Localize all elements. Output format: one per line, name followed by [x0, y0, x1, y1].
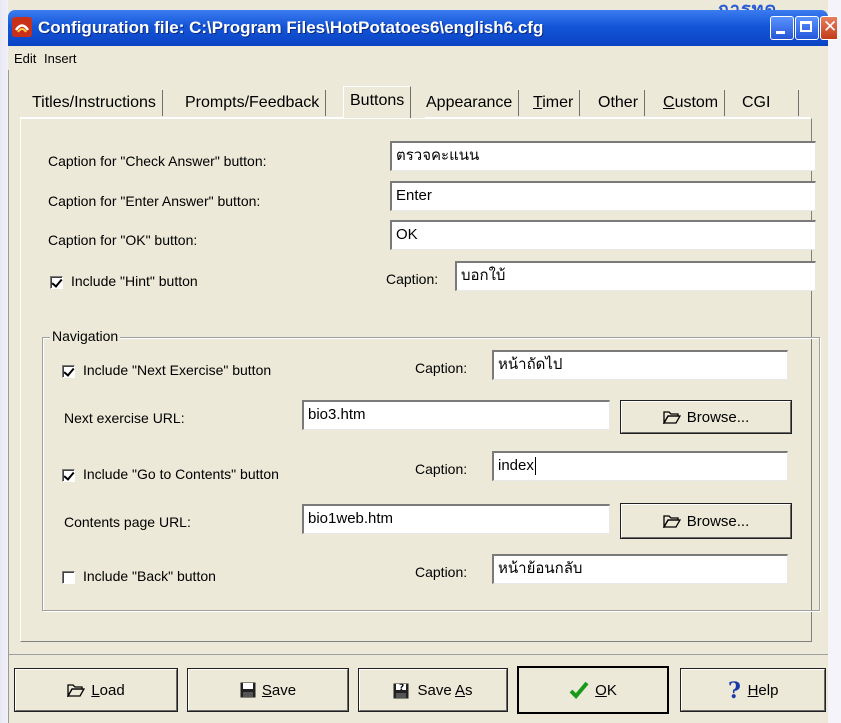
- check-answer-label: Caption for "Check Answer" button:: [48, 153, 267, 169]
- browse-contents-url-button[interactable]: Browse...: [620, 503, 792, 539]
- enter-answer-label: Caption for "Enter Answer" button:: [48, 193, 261, 209]
- hotpotatoes-app-icon: [12, 17, 32, 37]
- ok-label: OK: [595, 681, 617, 699]
- tab-buttons[interactable]: Buttons: [343, 86, 412, 119]
- svg-text:?: ?: [728, 680, 741, 700]
- tab-custom-mnemonic: C: [663, 94, 675, 111]
- contents-page-url-input[interactable]: bio1web.htm: [302, 504, 610, 534]
- enter-answer-caption-input[interactable]: Enter: [390, 181, 816, 211]
- window-title: Configuration file: C:\Program Files\Hot…: [38, 18, 544, 37]
- contents-caption-input[interactable]: index: [492, 451, 788, 481]
- tab-timer[interactable]: Timer: [533, 90, 581, 116]
- include-back-label: Include "Back" button: [83, 568, 216, 584]
- include-go-to-contents-label: Include "Go to Contents" button: [83, 466, 279, 482]
- tab-titles-instructions[interactable]: Titles/Instructions: [32, 90, 163, 116]
- ok-button-label: Caption for "OK" button:: [48, 232, 198, 248]
- checkmark-icon: [569, 681, 589, 699]
- tab-prompts-feedback[interactable]: Prompts/Feedback: [185, 90, 327, 116]
- hint-caption-label: Caption:: [386, 271, 439, 287]
- folder-open-icon: [662, 410, 681, 424]
- menu-bar: Edit Insert: [8, 46, 828, 70]
- check-answer-caption-input[interactable]: ตรวจคะแนน: [390, 141, 816, 171]
- save-as-icon: ?: [393, 681, 411, 699]
- question-mark-icon: ?: [728, 680, 742, 700]
- hint-caption-input[interactable]: บอกใบ้: [455, 261, 816, 291]
- minimize-button[interactable]: [770, 16, 794, 40]
- include-hint-checkbox[interactable]: [50, 276, 63, 289]
- menu-edit[interactable]: Edit: [14, 51, 36, 66]
- next-exercise-caption-input[interactable]: หน้าถัดไป: [492, 350, 788, 380]
- browse-next-url-button[interactable]: Browse...: [620, 400, 792, 434]
- menu-insert[interactable]: Insert: [44, 51, 77, 66]
- svg-text:?: ?: [399, 683, 404, 693]
- load-button[interactable]: Load: [14, 668, 178, 712]
- tab-cgi[interactable]: CGI: [742, 90, 799, 116]
- folder-open-icon: [662, 514, 681, 528]
- ok-caption-input[interactable]: OK: [390, 220, 816, 250]
- tab-other[interactable]: Other: [598, 90, 646, 116]
- contents-page-url-label: Contents page URL:: [64, 514, 191, 530]
- help-button[interactable]: ? Help: [680, 668, 826, 712]
- next-caption-label: Caption:: [415, 360, 468, 376]
- background-window-left: [0, 0, 8, 723]
- include-hint-label: Include "Hint" button: [71, 273, 198, 289]
- include-next-exercise-checkbox[interactable]: [62, 365, 75, 378]
- save-button[interactable]: Save: [187, 668, 349, 712]
- include-back-checkbox[interactable]: [62, 571, 75, 584]
- title-bar[interactable]: Configuration file: C:\Program Files\Hot…: [8, 10, 837, 46]
- help-label: Help: [747, 681, 779, 699]
- next-exercise-url-label: Next exercise URL:: [64, 410, 185, 426]
- ok-button[interactable]: OK: [517, 666, 669, 714]
- footer-separator: [8, 654, 828, 655]
- folder-open-icon: [67, 683, 86, 697]
- floppy-disk-icon: [240, 682, 256, 698]
- tab-timer-mnemonic: T: [533, 94, 543, 111]
- back-caption-label: Caption:: [415, 564, 468, 580]
- back-caption-input[interactable]: หน้าย้อนกลับ: [492, 554, 788, 584]
- contents-caption-label: Caption:: [415, 461, 468, 477]
- close-icon: ✕: [823, 17, 838, 36]
- tab-appearance[interactable]: Appearance: [426, 90, 520, 116]
- save-as-label: Save As: [417, 681, 473, 699]
- next-exercise-url-input[interactable]: bio3.htm: [302, 400, 610, 430]
- save-label: Save: [261, 681, 297, 699]
- include-next-exercise-label: Include "Next Exercise" button: [83, 362, 272, 378]
- save-as-button[interactable]: ? Save As: [358, 668, 508, 712]
- include-go-to-contents-checkbox[interactable]: [62, 469, 75, 482]
- navigation-legend: Navigation: [50, 328, 121, 344]
- tab-custom[interactable]: Custom: [663, 90, 726, 116]
- background-window-right: [828, 0, 841, 723]
- close-button[interactable]: ✕: [820, 16, 837, 40]
- maximize-button[interactable]: [795, 16, 819, 40]
- load-label: Load: [91, 681, 125, 699]
